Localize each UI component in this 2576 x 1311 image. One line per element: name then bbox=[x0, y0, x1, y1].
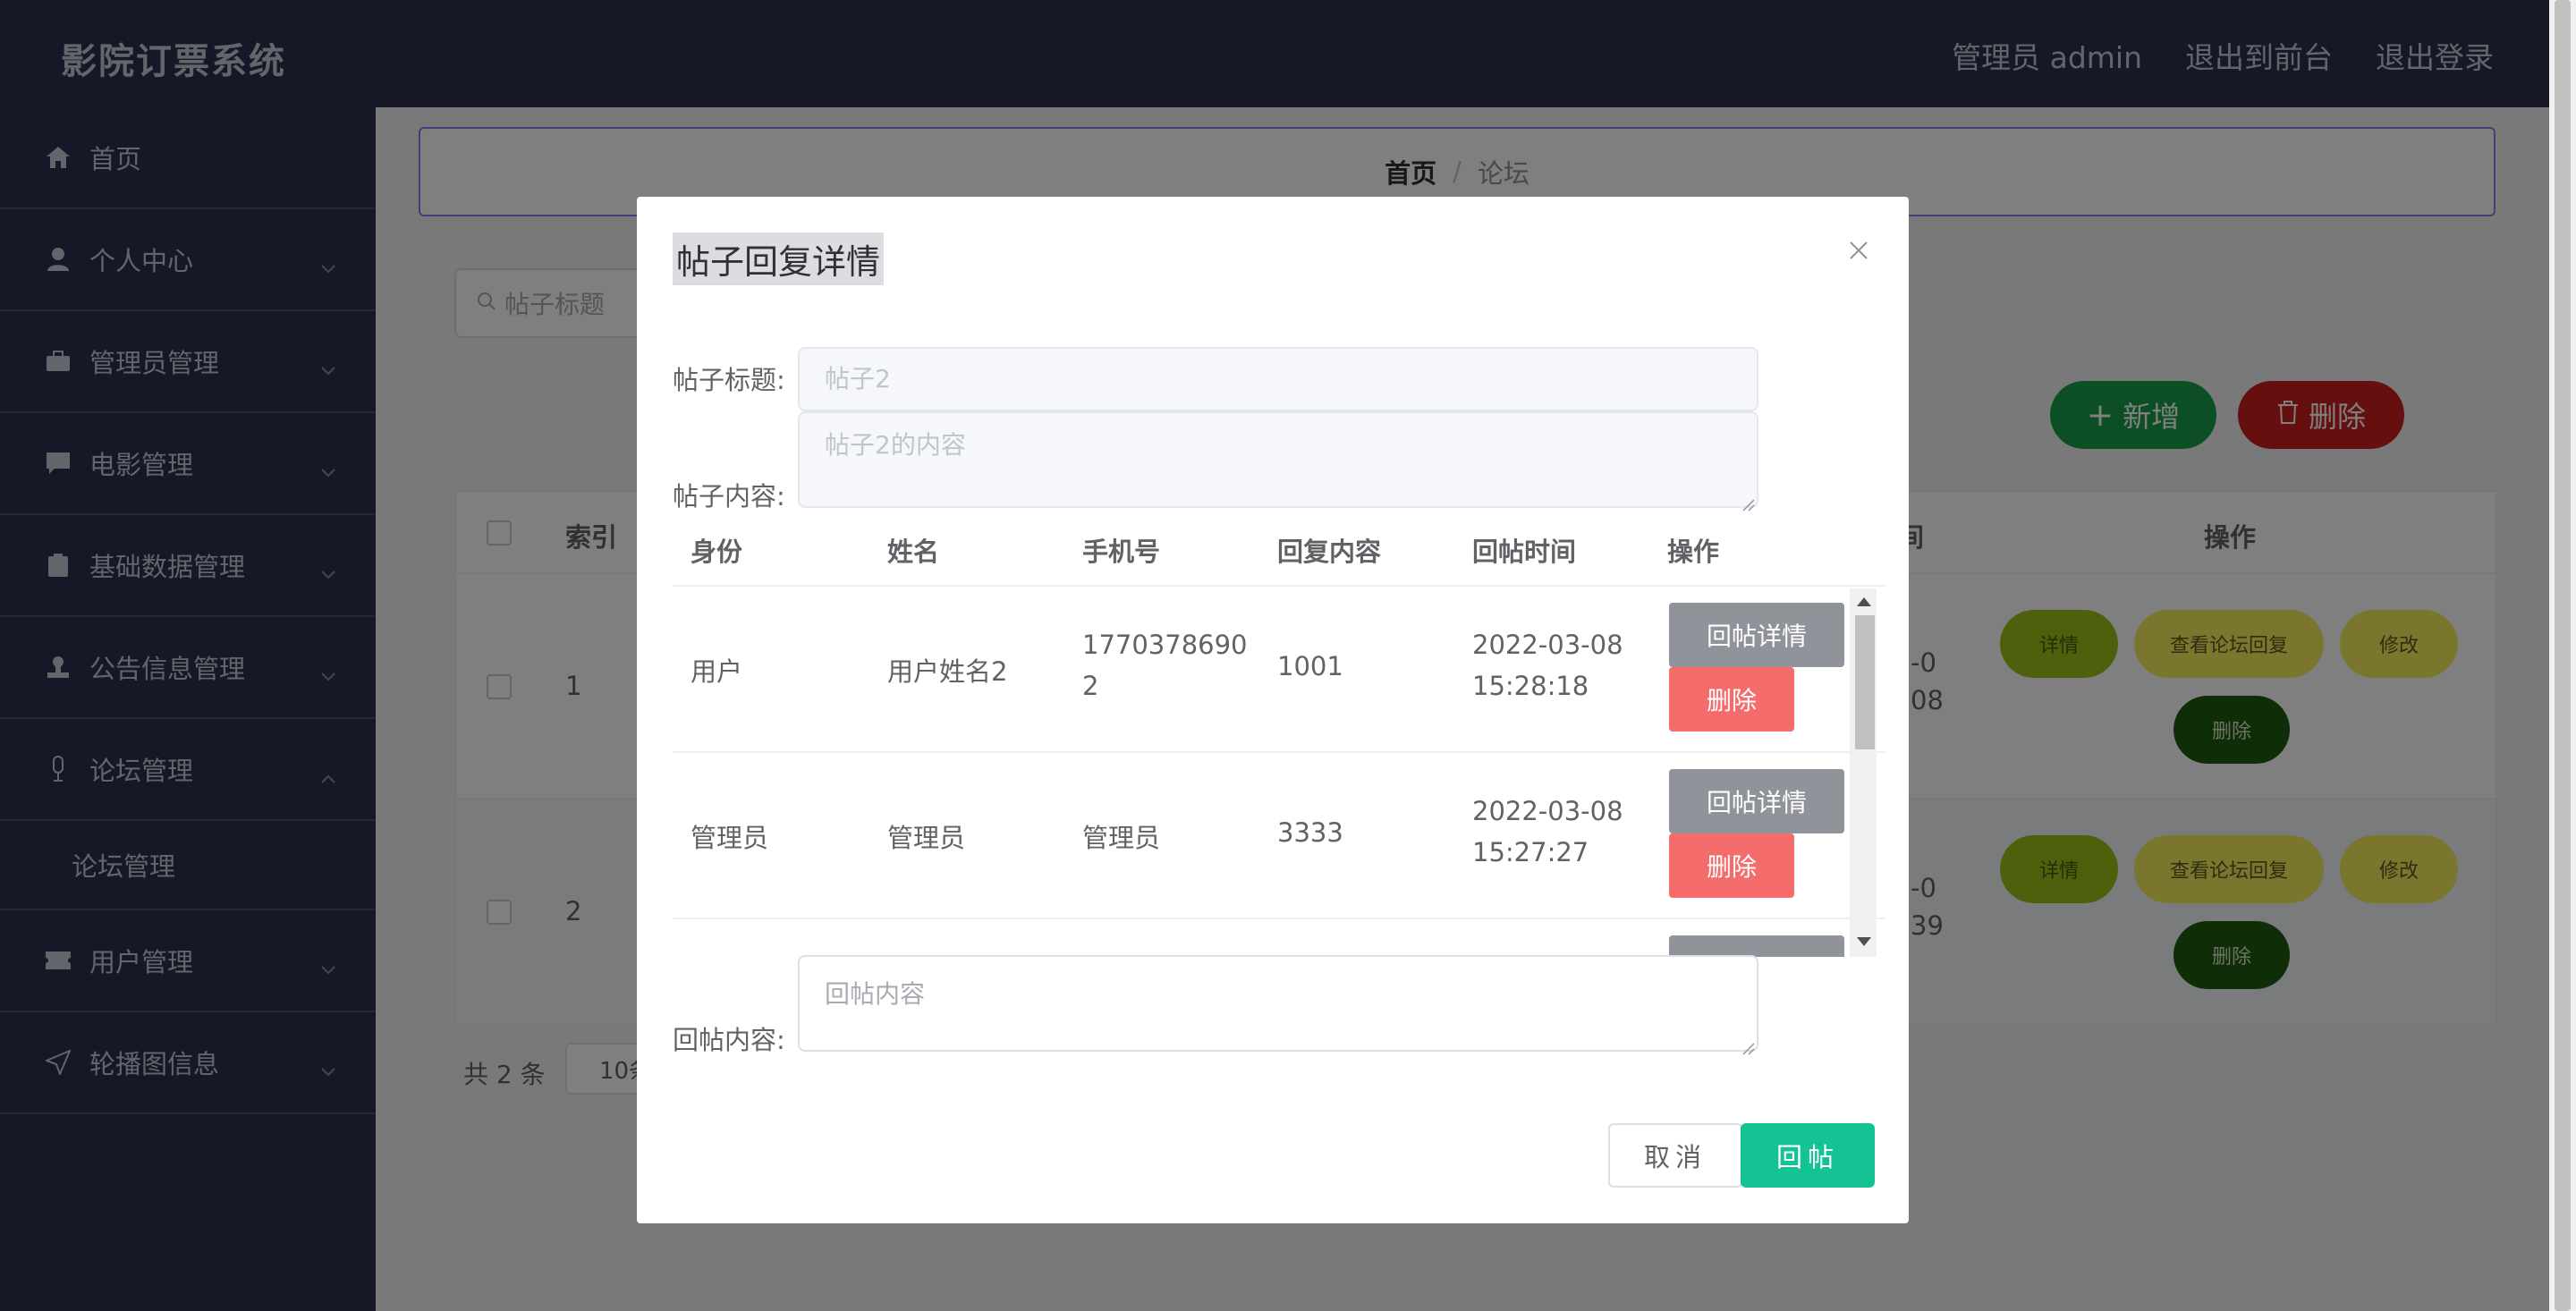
close-icon[interactable] bbox=[1841, 233, 1877, 268]
cell-role: 用户 bbox=[691, 656, 743, 687]
cell-content: 1001 bbox=[1277, 651, 1343, 681]
col-name: 姓名 bbox=[887, 537, 940, 567]
scroll-up-icon[interactable] bbox=[1857, 597, 1871, 606]
reply-content-label: 回帖内容: bbox=[673, 1025, 785, 1055]
cell-phone: 管理员 bbox=[1082, 823, 1161, 853]
col-reply-time: 回帖时间 bbox=[1472, 537, 1577, 567]
reply-table-scrollbar[interactable] bbox=[1850, 588, 1877, 957]
reply-detail-button[interactable]: 回帖详情 bbox=[1669, 603, 1844, 667]
cancel-button[interactable]: 取消 bbox=[1608, 1123, 1742, 1188]
post-title-label: 帖子标题: bbox=[673, 365, 785, 395]
reply-delete-button[interactable]: 删除 bbox=[1669, 667, 1794, 732]
post-title-input: 帖子2 bbox=[798, 347, 1758, 411]
table-row: 用户 用户姓名2 1770378690 2 1001 2022-03-08 15… bbox=[673, 587, 1885, 753]
cell-role: 管理员 bbox=[691, 823, 769, 853]
reply-detail-button[interactable]: 回帖详情 bbox=[1669, 769, 1844, 833]
post-content-textarea: 帖子2的内容 bbox=[798, 411, 1758, 512]
cell-phone: 1770378690 bbox=[1082, 630, 1248, 660]
cell-name: 用户姓名2 bbox=[887, 656, 1008, 687]
cell-name: 管理员 bbox=[887, 823, 966, 853]
page-scrollbar[interactable] bbox=[2549, 0, 2576, 1311]
cell-content: 3333 bbox=[1277, 817, 1343, 848]
cell-time: 2022-03-08 bbox=[1472, 796, 1623, 826]
reply-detail-dialog: 帖子回复详情 帖子标题: 帖子2 帖子内容: 帖子2的内容 身份 姓名 手机号 … bbox=[637, 197, 1909, 1223]
col-role: 身份 bbox=[691, 537, 743, 567]
col-reply-content: 回复内容 bbox=[1277, 537, 1382, 567]
table-row: 管理员 管理员 管理员 3333 2022-03-08 15:27:27 回帖详… bbox=[673, 753, 1885, 919]
scrollbar-thumb[interactable] bbox=[1855, 615, 1875, 749]
reply-table-header: 身份 姓名 手机号 回复内容 回帖时间 操作 bbox=[673, 510, 1885, 587]
cell-phone: 2 bbox=[1082, 671, 1099, 701]
resize-handle-icon[interactable] bbox=[1739, 1032, 1755, 1055]
resize-handle-icon[interactable] bbox=[1739, 488, 1755, 512]
col-ops: 操作 bbox=[1667, 537, 1720, 567]
reply-delete-button[interactable]: 删除 bbox=[1669, 833, 1794, 898]
cell-time: 2022-03-08 bbox=[1472, 630, 1623, 660]
cell-time: 15:28:18 bbox=[1472, 671, 1589, 701]
cell-time: 15:27:27 bbox=[1472, 837, 1589, 867]
reply-detail-button-partial[interactable] bbox=[1669, 935, 1844, 957]
scroll-down-icon[interactable] bbox=[1857, 937, 1871, 946]
submit-reply-button[interactable]: 回帖 bbox=[1741, 1123, 1875, 1188]
post-content-label: 帖子内容: bbox=[673, 481, 785, 512]
reply-table: 身份 姓名 手机号 回复内容 回帖时间 操作 用户 用户姓名2 17703786… bbox=[673, 510, 1885, 957]
dialog-title: 帖子回复详情 bbox=[673, 233, 885, 285]
col-phone: 手机号 bbox=[1082, 537, 1161, 567]
page-scrollbar-thumb[interactable] bbox=[2555, 0, 2571, 1311]
reply-content-textarea[interactable]: 回帖内容 bbox=[798, 955, 1758, 1055]
table-row bbox=[673, 919, 1885, 957]
